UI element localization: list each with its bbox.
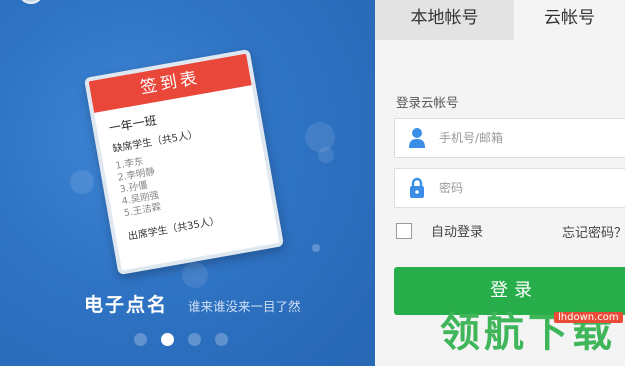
watermark-text: 领航下载 [440,310,616,356]
watermark: 领航下载 lhdown.com [440,300,625,366]
tab-local-account[interactable]: 本地帐号 [375,0,514,40]
carousel-dots [134,333,228,346]
avatar [18,0,44,4]
carousel-dot[interactable] [134,333,147,346]
decor-bubble [312,244,320,252]
promo-title: 电子点名 [84,294,169,316]
password-input[interactable] [439,181,619,195]
auto-login[interactable]: 自动登录 [396,221,483,240]
promo-subtitle: 谁来谁没来一目了然 [188,299,301,314]
password-field[interactable] [394,168,625,208]
section-label: 登录云帐号 [396,95,459,110]
account-tabs: 本地帐号 云帐号 [375,0,625,40]
attendance-card: 签到表 一年一班 缺席学生（共5人） 1.李东 2.李明静 3.孙僵 4.吴刚强… [83,48,285,276]
carousel-dot[interactable] [188,333,201,346]
decor-bubble [70,170,94,194]
auto-login-label[interactable]: 自动登录 [431,221,483,240]
carousel-dot-active[interactable] [161,333,174,346]
lock-icon [395,169,439,207]
auto-login-checkbox[interactable] [396,222,412,239]
username-input[interactable] [439,131,619,145]
watermark-url: lhdown.com [554,312,623,323]
username-field[interactable] [394,118,625,158]
decor-bubble [182,262,208,288]
forgot-password-link[interactable]: 忘记密码？ [562,222,625,241]
user-icon [395,119,439,157]
carousel-dot[interactable] [215,333,228,346]
tab-cloud-account[interactable]: 云帐号 [514,0,625,40]
promo-panel: 签到表 一年一班 缺席学生（共5人） 1.李东 2.李明静 3.孙僵 4.吴刚强… [0,0,375,366]
decor-bubble [318,147,334,163]
